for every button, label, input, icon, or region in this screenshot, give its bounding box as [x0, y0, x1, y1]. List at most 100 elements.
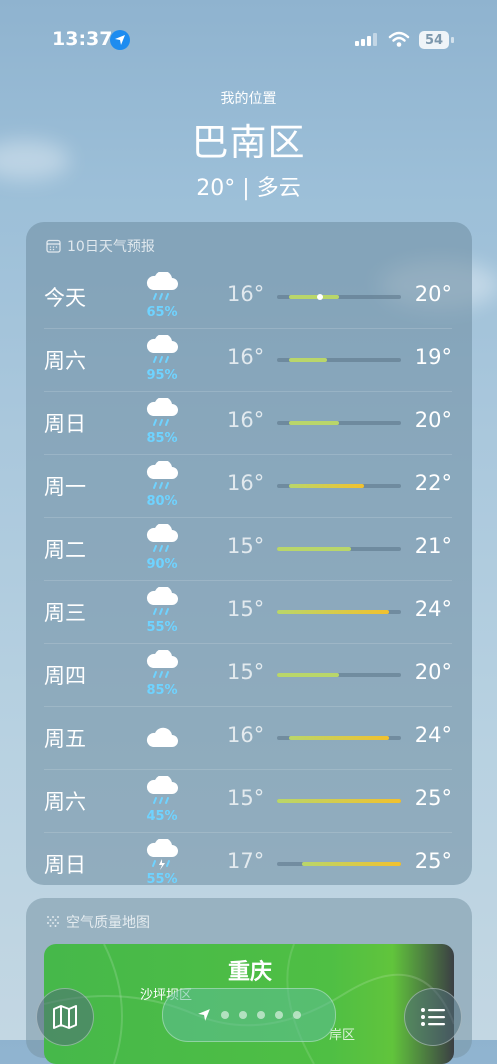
precip-chance: 55% [146, 872, 178, 887]
temp-range-bar [277, 610, 401, 614]
high-temp: 22° [414, 471, 452, 495]
forecast-list: 今天 65% 16° 20° 周六 95% 16° 19° 周日 85% 16° 20° 周一 80% 16… [44, 266, 452, 895]
forecast-row[interactable]: 周五 16° 24° [44, 706, 452, 769]
calendar-icon [46, 239, 61, 253]
forecast-row[interactable]: 周六 45% 15° 25° [44, 769, 452, 832]
forecast-row[interactable]: 周日 85% 16° 20° [44, 391, 452, 454]
page-indicator[interactable] [162, 988, 336, 1042]
forecast-day: 今天 [44, 286, 86, 310]
temp-range-fill [289, 736, 389, 740]
page-dot[interactable] [293, 1011, 301, 1019]
temp-range-fill [277, 799, 401, 803]
air-quality-title: 空气质量地图 [66, 915, 150, 931]
forecast-day: 周六 [44, 790, 86, 814]
temp-range-fill [277, 673, 339, 677]
temp-range-fill [289, 295, 339, 299]
cloud-rain-icon: 95% [142, 333, 182, 383]
forecast-day: 周四 [44, 664, 86, 688]
low-temp: 16° [227, 408, 265, 432]
list-button[interactable] [404, 988, 462, 1046]
location-arrow-icon [198, 1009, 210, 1021]
forecast-day: 周一 [44, 475, 86, 499]
forecast-row[interactable]: 周三 55% 15° 24° [44, 580, 452, 643]
high-temp: 20° [414, 660, 452, 684]
high-temp: 19° [414, 345, 452, 369]
forecast-row[interactable]: 周六 95% 16° 19° [44, 328, 452, 391]
temp-range-fill [289, 358, 327, 362]
precip-chance: 65% [146, 305, 178, 320]
current-temp-dot [317, 294, 324, 300]
precip-chance: 85% [146, 431, 178, 446]
forecast-card-title: 10日天气预报 [67, 239, 155, 255]
cloud-rain-icon: 85% [142, 648, 182, 698]
cloud-rain-icon: 85% [142, 396, 182, 446]
list-icon [421, 1008, 445, 1026]
temp-range-bar [277, 673, 401, 677]
temp-range-bar [277, 358, 401, 362]
signal-icon [355, 32, 377, 46]
high-temp: 25° [414, 786, 452, 810]
high-temp: 20° [414, 282, 452, 306]
low-temp: 16° [227, 723, 265, 747]
temp-range-bar [277, 547, 401, 551]
precip-chance: 80% [146, 494, 178, 509]
forecast-card-header: 10日天气预报 [46, 236, 155, 256]
temp-range-fill [289, 484, 364, 488]
temp-range-bar [277, 294, 401, 300]
high-temp: 21° [414, 534, 452, 558]
high-temp: 24° [414, 723, 452, 747]
precip-chance: 90% [146, 557, 178, 572]
map-button[interactable] [36, 988, 94, 1046]
ten-day-forecast-card[interactable]: 10日天气预报 今天 65% 16° 20° 周六 95% 16° 19° 周日 85% 16° 20… [26, 222, 472, 887]
cloud-bolt-rain-icon: 55% [142, 837, 182, 887]
temp-range-fill [277, 547, 352, 551]
forecast-row[interactable]: 周二 90% 15° 21° [44, 517, 452, 580]
forecast-row[interactable]: 周四 85% 15° 20° [44, 643, 452, 706]
forecast-day: 周六 [44, 349, 86, 373]
air-quality-header: 空气质量地图 [46, 912, 150, 932]
map-icon [53, 1005, 77, 1029]
current-condition: 20° | 多云 [196, 176, 301, 201]
temp-range-bar [277, 799, 401, 803]
low-temp: 15° [227, 660, 265, 684]
battery-tip [451, 37, 454, 43]
status-time: 13:37 [52, 28, 113, 50]
wifi-icon [388, 30, 410, 52]
precip-chance: 55% [146, 620, 178, 635]
page-dot[interactable] [239, 1011, 247, 1019]
cloud-icon [142, 713, 182, 761]
temp-range-bar [277, 421, 401, 425]
cloud-rain-icon: 65% [142, 270, 182, 320]
precip-chance: 45% [146, 809, 178, 824]
page-dot[interactable] [257, 1011, 265, 1019]
high-temp: 20° [414, 408, 452, 432]
forecast-day: 周日 [44, 853, 86, 877]
page-dot[interactable] [221, 1011, 229, 1019]
low-temp: 17° [227, 849, 265, 873]
low-temp: 15° [227, 786, 265, 810]
precip-chance: 95% [146, 368, 178, 383]
battery-indicator: 54 [419, 31, 449, 49]
page-dot[interactable] [275, 1011, 283, 1019]
city-name: 巴南区 [191, 121, 306, 164]
low-temp: 15° [227, 534, 265, 558]
forecast-day: 周三 [44, 601, 86, 625]
location-subtitle: 我的位置 [220, 91, 277, 107]
forecast-row[interactable]: 周一 80% 16° 22° [44, 454, 452, 517]
temp-range-fill [277, 610, 389, 614]
temp-range-bar [277, 484, 401, 488]
temp-range-bar [277, 862, 401, 866]
forecast-day: 周二 [44, 538, 86, 562]
precip-chance: 85% [146, 683, 178, 698]
high-temp: 25° [414, 849, 452, 873]
forecast-row[interactable]: 今天 65% 16° 20° [44, 266, 452, 328]
location-arrow-icon [110, 30, 130, 50]
cloud-rain-icon: 45% [142, 774, 182, 824]
forecast-row[interactable]: 周日 55% 17° 25° [44, 832, 452, 895]
map-city-label: 重庆 [228, 960, 273, 985]
forecast-day: 周日 [44, 412, 86, 436]
cloud-rain-icon: 55% [142, 585, 182, 635]
low-temp: 16° [227, 282, 265, 306]
high-temp: 24° [414, 597, 452, 621]
temp-range-fill [289, 421, 339, 425]
